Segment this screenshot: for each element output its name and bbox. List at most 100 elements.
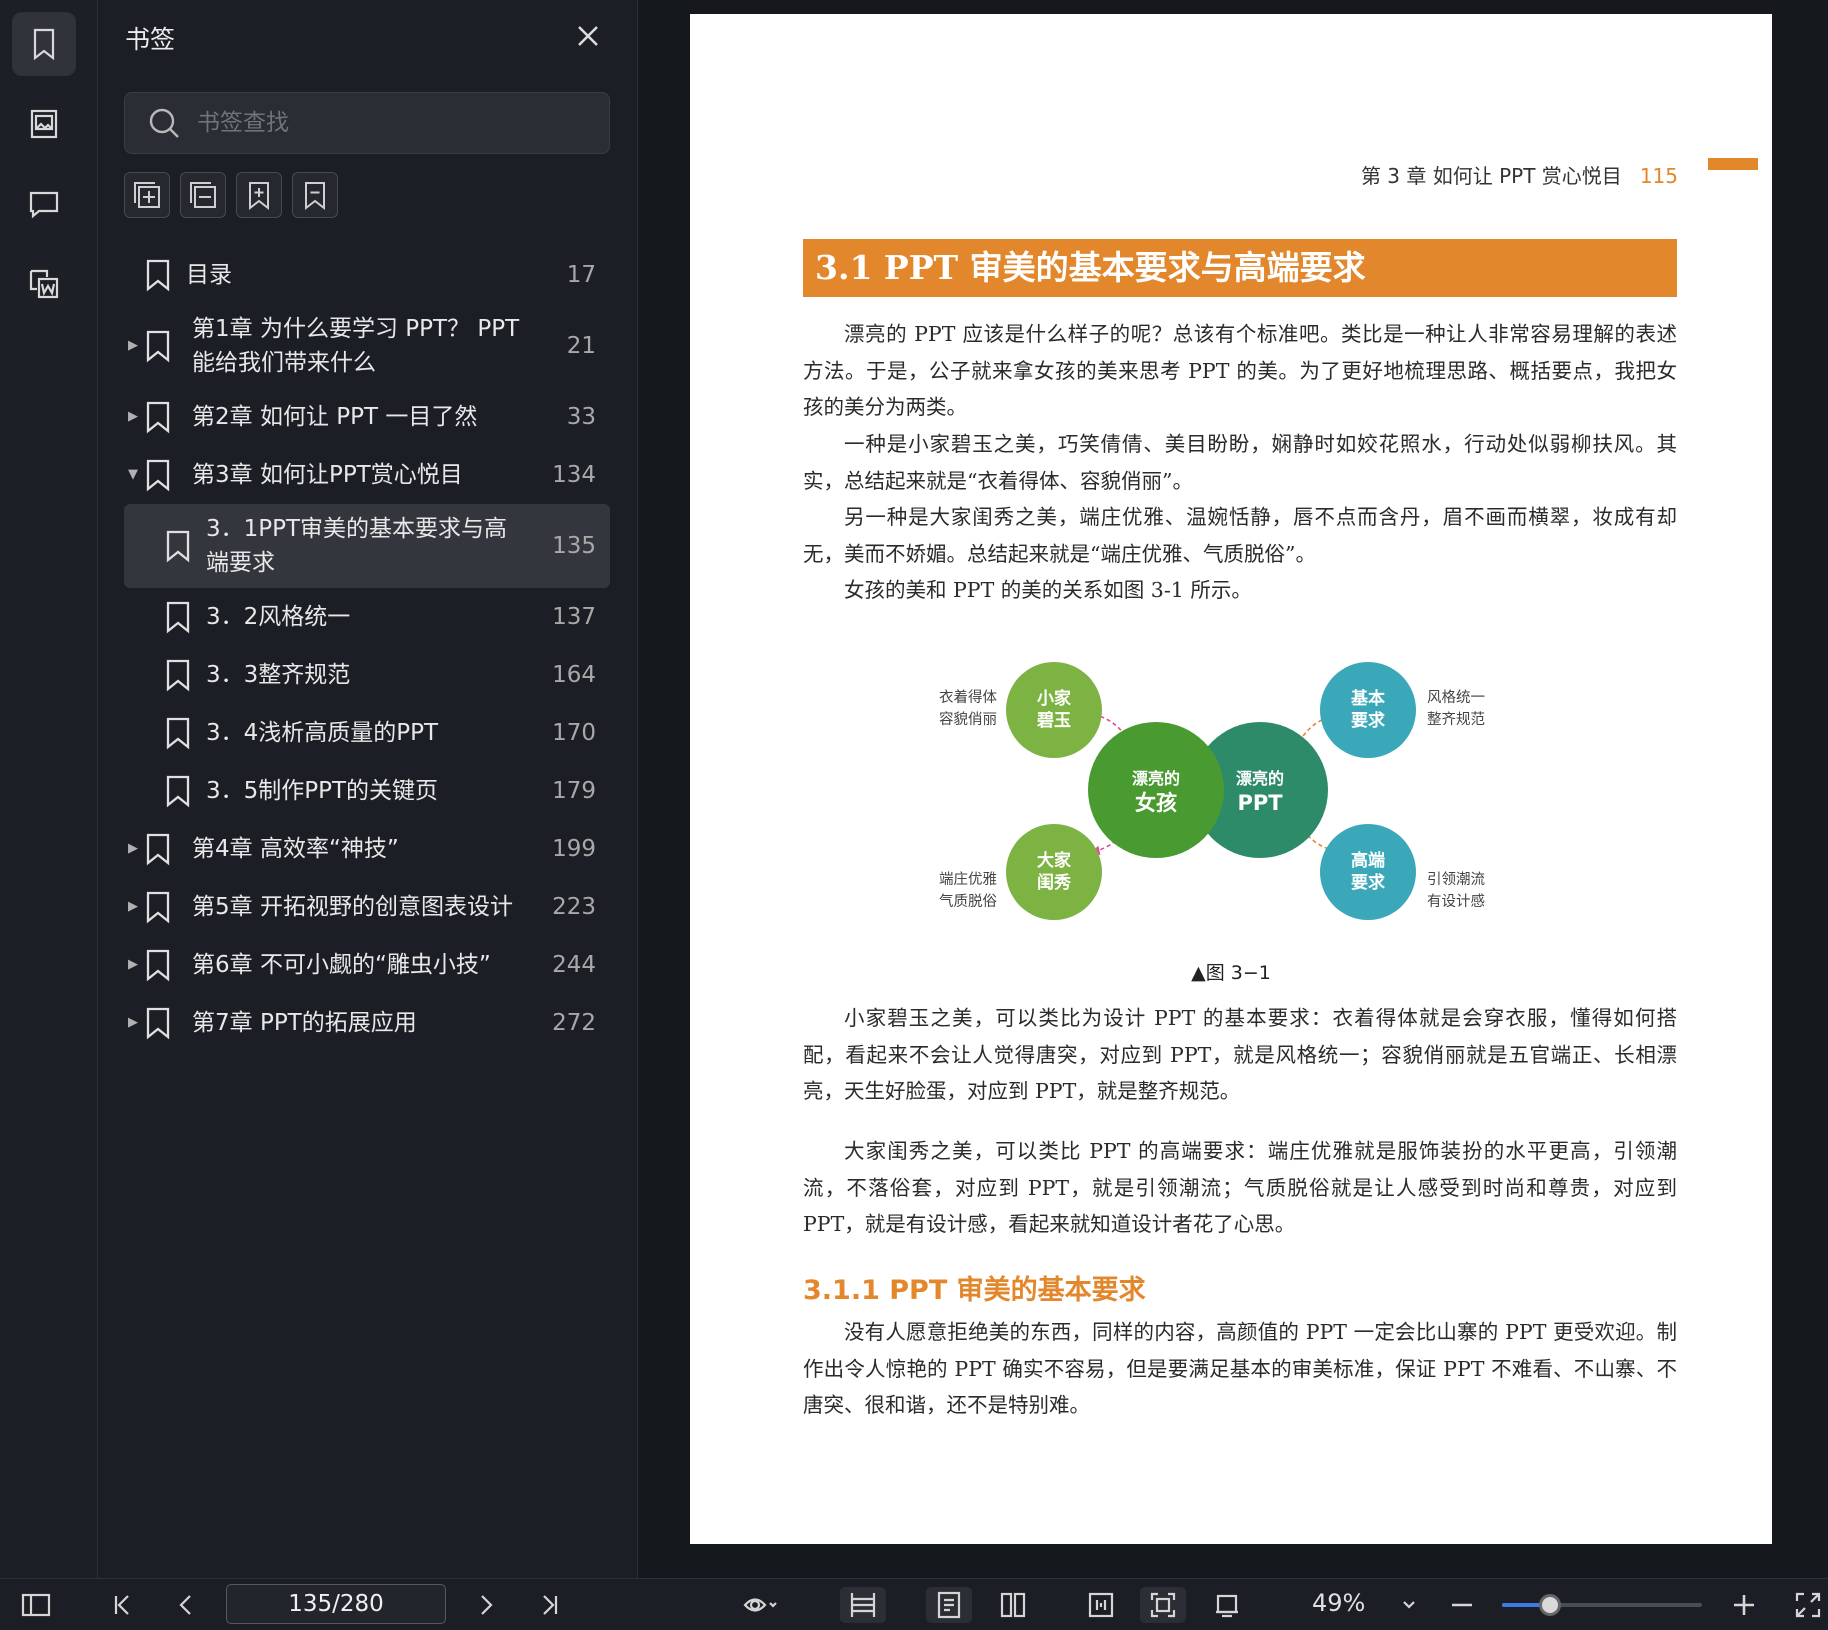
bookmark-icon [144, 329, 172, 373]
prev-page-button[interactable] [168, 1587, 204, 1623]
bookmark-page: 199 [552, 836, 596, 862]
bookmark-item[interactable]: 3．4浅析高质量的PPT 170 [124, 704, 610, 762]
bookmark-item[interactable]: ▶ 第1章 为什么要学习 PPT？ PPT 能给我们带来什么 21 [124, 304, 610, 388]
circle-dajia [1006, 824, 1102, 920]
circle-advanced [1320, 824, 1416, 920]
bookmark-panel-icon[interactable] [12, 12, 76, 76]
last-page-button[interactable] [532, 1587, 568, 1623]
bookmark-page: 164 [552, 662, 596, 688]
bookmark-icon [164, 600, 192, 644]
close-icon[interactable] [570, 18, 606, 54]
bookmark-page: 137 [552, 604, 596, 630]
fig-br-text-2: 有设计感 [1427, 893, 1485, 910]
paragraph-7: 没有人愿意拒绝美的东西，同样的内容，高颜值的 PPT 一定会比山寨的 PPT 更… [803, 1320, 1677, 1417]
bookmark-label: 3．4浅析高质量的PPT [206, 720, 439, 746]
bookmark-item[interactable]: 目录 17 [124, 246, 610, 304]
caret-down-icon[interactable]: ▼ [128, 458, 142, 492]
last-page-icon [543, 1595, 558, 1615]
bookmark-item[interactable]: ▶ 第4章 高效率“神技” 199 [124, 820, 610, 878]
caret-right-icon[interactable]: ▶ [128, 948, 142, 982]
single-page-button[interactable] [926, 1587, 972, 1623]
collapse-all-icon [190, 182, 216, 208]
bookmark-item[interactable]: ▶ 第2章 如何让 PPT 一目了然 33 [124, 388, 610, 446]
circle-xiaojia [1006, 662, 1102, 758]
add-bookmark-icon [249, 182, 269, 211]
zoom-dropdown[interactable] [1394, 1587, 1424, 1623]
bookmark-icon [144, 948, 172, 992]
figure-3-1: 小家 碧玉 大家 闺秀 基本 要求 高端 要求 漂亮的 女孩 漂亮的 PPT 衣… [939, 662, 1485, 920]
bookmark-item[interactable]: 3．1PPT审美的基本要求与高 端要求 135 [124, 504, 610, 588]
fig-tr-circle-2: 要求 [1351, 710, 1385, 731]
expand-all-button[interactable] [124, 172, 170, 218]
zoom-in-button[interactable] [1726, 1587, 1762, 1623]
page-fit-button[interactable] [1078, 1587, 1124, 1623]
fit-width-button[interactable] [840, 1587, 886, 1623]
bookmark-item[interactable]: 3．3整齐规范 164 [124, 646, 610, 704]
zoom-slider[interactable] [1502, 1594, 1702, 1616]
fig-center-left-1: 漂亮的 [1132, 769, 1180, 788]
panel-title: 书签 [125, 25, 176, 54]
bookmark-icon [164, 658, 192, 702]
eye-view-button[interactable] [730, 1587, 790, 1623]
bookmark-item[interactable]: ▶ 第7章 PPT的拓展应用 272 [124, 994, 610, 1052]
caret-right-icon[interactable]: ▶ [128, 832, 142, 866]
bookmark-page: 244 [552, 952, 596, 978]
figure-caption: ▲图 3−1 [1191, 962, 1271, 984]
actual-size-button[interactable] [1140, 1587, 1186, 1623]
toggle-sidebar-button[interactable] [18, 1587, 54, 1623]
first-page-button[interactable] [104, 1587, 140, 1623]
fig-center-right-1: 漂亮的 [1236, 769, 1284, 788]
actual-size-icon [1150, 1592, 1176, 1618]
fig-bl-circle-1: 大家 [1037, 850, 1071, 871]
bookmark-item[interactable]: 3．2风格统一 137 [124, 588, 610, 646]
page-number-input[interactable]: 135/280 [226, 1584, 446, 1624]
bookmark-item[interactable]: ▼ 第3章 如何让PPT赏心悦目 134 [124, 446, 610, 504]
collapse-all-button[interactable] [180, 172, 226, 218]
side-rail [0, 0, 98, 1578]
bookmark-search-input[interactable] [197, 110, 577, 136]
paragraph-1: 漂亮的 PPT 应该是什么样子的呢？总该有个标准吧。类比是一种让人非常容易理解的… [803, 322, 1677, 419]
fullscreen-button[interactable] [1790, 1587, 1826, 1623]
next-page-button[interactable] [468, 1587, 504, 1623]
fig-tl-circle-1: 小家 [1037, 688, 1071, 709]
bookmark-label: 第5章 开拓视野的创意图表设计 [192, 894, 513, 920]
running-head-bar [1708, 158, 1758, 170]
zoom-value[interactable]: 49% [1312, 1589, 1365, 1617]
zoom-slider-handle[interactable] [1539, 1594, 1561, 1616]
next-page-icon [481, 1595, 493, 1615]
bookmark-label: 3．2风格统一 [206, 604, 351, 630]
caret-right-icon[interactable]: ▶ [128, 1006, 142, 1040]
convert-word-icon[interactable] [12, 252, 76, 316]
rotate-button[interactable] [1204, 1587, 1250, 1623]
bookmark-icon [164, 529, 192, 573]
two-page-button[interactable] [990, 1587, 1036, 1623]
bookmark-label: 第1章 为什么要学习 PPT？ PPT 能给我们带来什么 [192, 316, 520, 376]
caret-right-icon[interactable]: ▶ [128, 400, 142, 434]
paragraph-5: 小家碧玉之美，可以类比为设计 PPT 的基本要求：衣着得体就是会穿衣服，懂得如何… [803, 1006, 1677, 1103]
minus-icon [1452, 1603, 1472, 1607]
caret-right-icon[interactable]: ▶ [128, 329, 142, 363]
add-bookmark-button[interactable] [236, 172, 282, 218]
bookmark-icon [144, 890, 172, 934]
fig-br-text-1: 引领潮流 [1427, 871, 1485, 888]
bookmark-item[interactable]: ▶ 第5章 开拓视野的创意图表设计 223 [124, 878, 610, 936]
remove-bookmark-button[interactable] [292, 172, 338, 218]
eye-icon [743, 1598, 777, 1612]
bookmark-label: 3．1PPT审美的基本要求与高 端要求 [206, 516, 508, 576]
bookmark-page: 170 [552, 720, 596, 746]
thumbnail-panel-icon[interactable] [12, 92, 76, 156]
bookmark-label: 第7章 PPT的拓展应用 [192, 1010, 417, 1036]
bookmark-search[interactable] [124, 92, 610, 154]
running-head-title: 第 3 章 如何让 PPT 赏心悦目 [1360, 164, 1622, 188]
bookmark-page: 134 [552, 462, 596, 488]
zoom-out-button[interactable] [1444, 1587, 1480, 1623]
sidebar-icon [21, 1593, 51, 1617]
bookmark-item[interactable]: 3．5制作PPT的关键页 179 [124, 762, 610, 820]
comment-panel-icon[interactable] [12, 172, 76, 236]
caret-right-icon[interactable]: ▶ [128, 890, 142, 924]
fullscreen-icon [1795, 1592, 1821, 1618]
document-page: 第 3 章 如何让 PPT 赏心悦目 115 3.1 PPT 审美的基本要求与高端… [690, 14, 1772, 1544]
bookmark-icon [144, 258, 172, 302]
bookmark-label: 第2章 如何让 PPT 一目了然 [192, 404, 478, 430]
bookmark-item[interactable]: ▶ 第6章 不可小觑的“雕虫小技” 244 [124, 936, 610, 994]
